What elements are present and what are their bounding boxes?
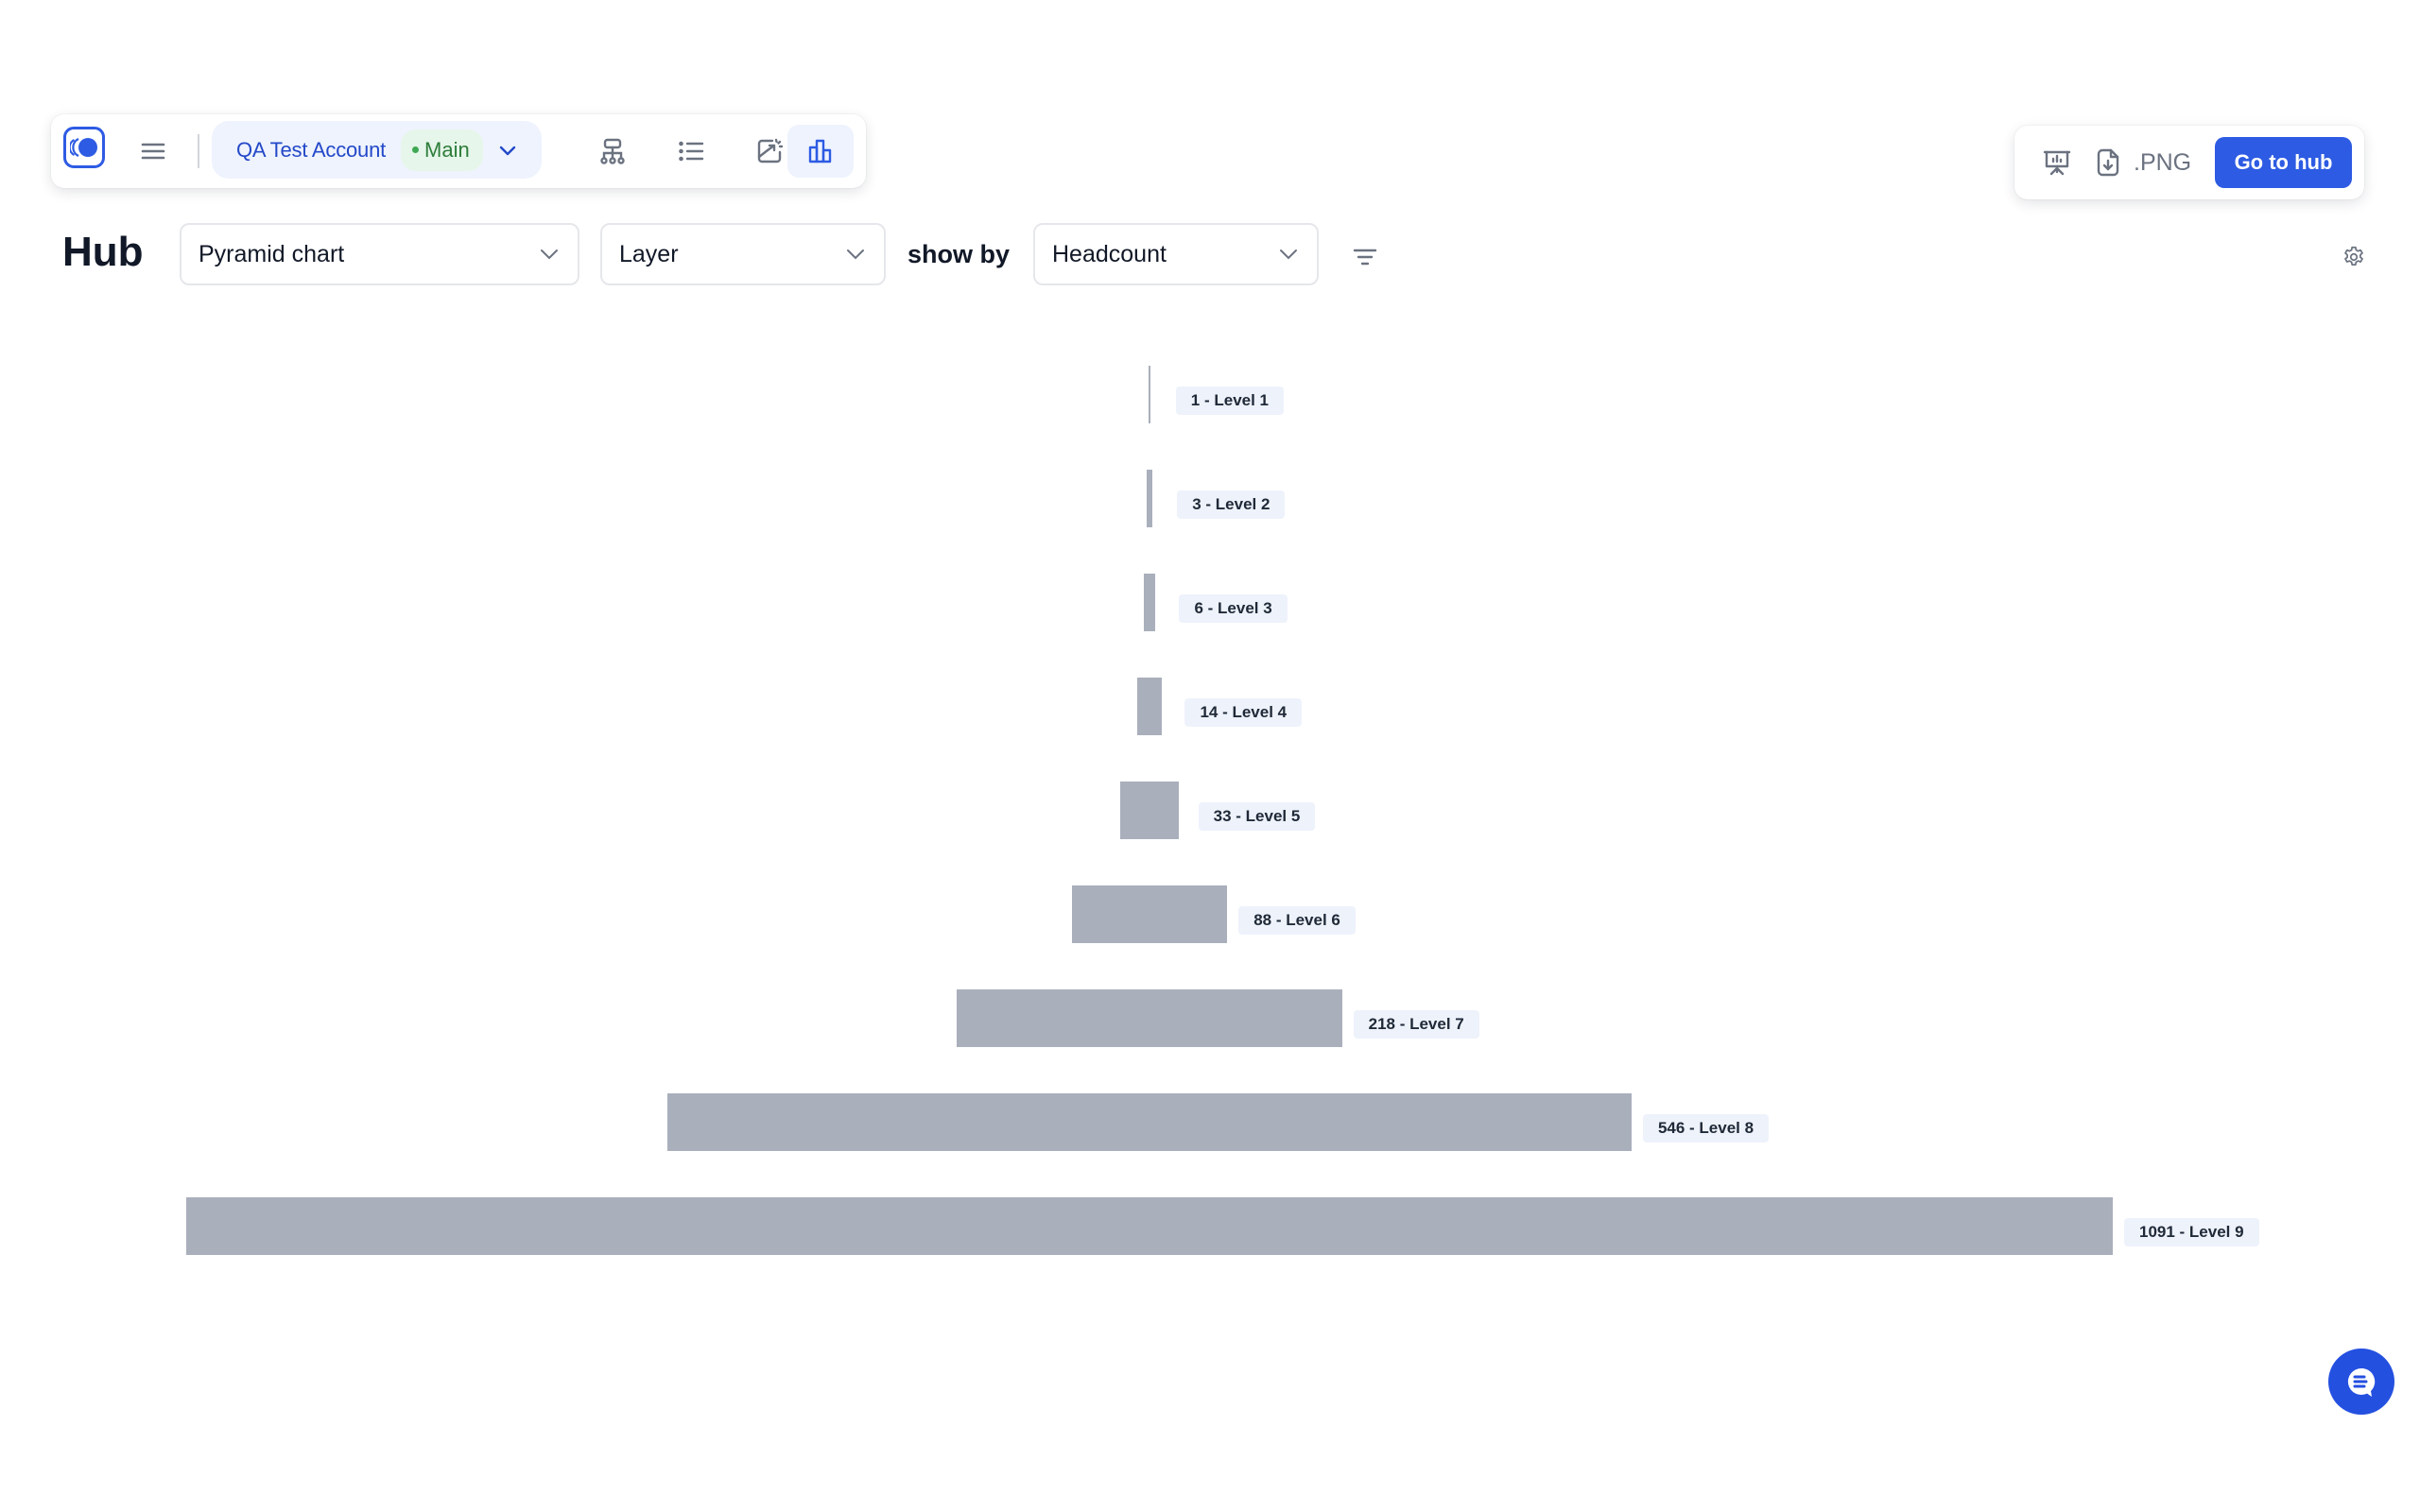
png-label: .PNG: [2134, 148, 2192, 176]
toolbar-divider: [198, 134, 199, 168]
bar-chart-icon: [808, 139, 832, 163]
pyramid-bar[interactable]: [1120, 782, 1179, 839]
go-to-hub-button[interactable]: Go to hub: [2215, 137, 2352, 188]
account-switcher[interactable]: QA Test Account Main: [212, 121, 542, 179]
main-toolbar: QA Test Account Main: [51, 114, 866, 188]
presentation-button[interactable]: [2033, 139, 2081, 186]
page-title: Hub: [62, 229, 144, 275]
environment-badge: Main: [401, 129, 483, 171]
status-dot: [412, 146, 420, 153]
pyramid-chart: 1 - Level 1 3 - Level 2 6 - Level 3 14 - Le…: [0, 340, 2420, 1285]
environment-label: Main: [424, 137, 470, 162]
bar-label: 6 - Level 3: [1179, 594, 1288, 623]
chat-icon: [2347, 1367, 2376, 1397]
chart-type-select[interactable]: Pyramid chart: [180, 223, 579, 285]
presentation-icon: [2043, 150, 2071, 176]
chart-view-button[interactable]: [787, 125, 854, 178]
pyramid-bar[interactable]: [186, 1197, 2113, 1255]
pyramid-bar[interactable]: [1149, 366, 1150, 423]
bar-label: 14 - Level 4: [1184, 698, 1303, 727]
bar-label: 1091 - Level 9: [2124, 1218, 2259, 1246]
bar-label: 88 - Level 6: [1238, 906, 1356, 935]
file-download-icon: [2097, 148, 2119, 177]
bar-label: 218 - Level 7: [1353, 1010, 1479, 1039]
chat-support-button[interactable]: [2328, 1349, 2394, 1415]
pyramid-bar[interactable]: [957, 989, 1342, 1047]
account-name: QA Test Account: [236, 137, 387, 162]
logo-button[interactable]: [63, 127, 105, 168]
chart-type-value: Pyramid chart: [199, 240, 345, 267]
logo-icon: [70, 138, 97, 157]
org-chart-view-button[interactable]: [582, 125, 643, 178]
list-icon: [679, 141, 704, 162]
pyramid-bar[interactable]: [1136, 678, 1163, 735]
pyramid-bar[interactable]: [1071, 885, 1228, 943]
gear-icon: [2344, 246, 2363, 266]
list-view-button[interactable]: [661, 125, 721, 178]
pyramid-bar[interactable]: [1144, 574, 1155, 631]
metric-value: Headcount: [1052, 240, 1167, 267]
show-by-label: show by: [908, 240, 1011, 268]
menu-icon: [141, 143, 165, 160]
chevron-down-icon: [496, 139, 519, 162]
bar-label: 546 - Level 8: [1642, 1114, 1770, 1143]
metric-select[interactable]: Headcount: [1033, 223, 1319, 285]
group-by-value: Layer: [619, 240, 679, 267]
export-actions-panel: .PNG Go to hub: [2014, 126, 2364, 199]
filter-icon: [1353, 249, 1377, 266]
pyramid-bar[interactable]: [1147, 470, 1152, 527]
pyramid-bar[interactable]: [667, 1093, 1632, 1151]
group-by-select[interactable]: Layer: [600, 223, 886, 285]
menu-button[interactable]: [123, 125, 183, 178]
export-image-icon: [757, 138, 784, 163]
bar-label: 3 - Level 2: [1177, 490, 1286, 519]
chevron-down-icon: [847, 249, 864, 260]
filter-button[interactable]: [1348, 240, 1382, 274]
org-chart-icon: [600, 138, 625, 164]
chevron-down-icon: [541, 249, 558, 260]
bar-label: 1 - Level 1: [1175, 387, 1285, 415]
chevron-down-icon: [1280, 249, 1297, 260]
export-png-button[interactable]: .PNG: [2096, 139, 2191, 186]
bar-label: 33 - Level 5: [1198, 802, 1316, 831]
settings-button[interactable]: [2339, 242, 2369, 272]
